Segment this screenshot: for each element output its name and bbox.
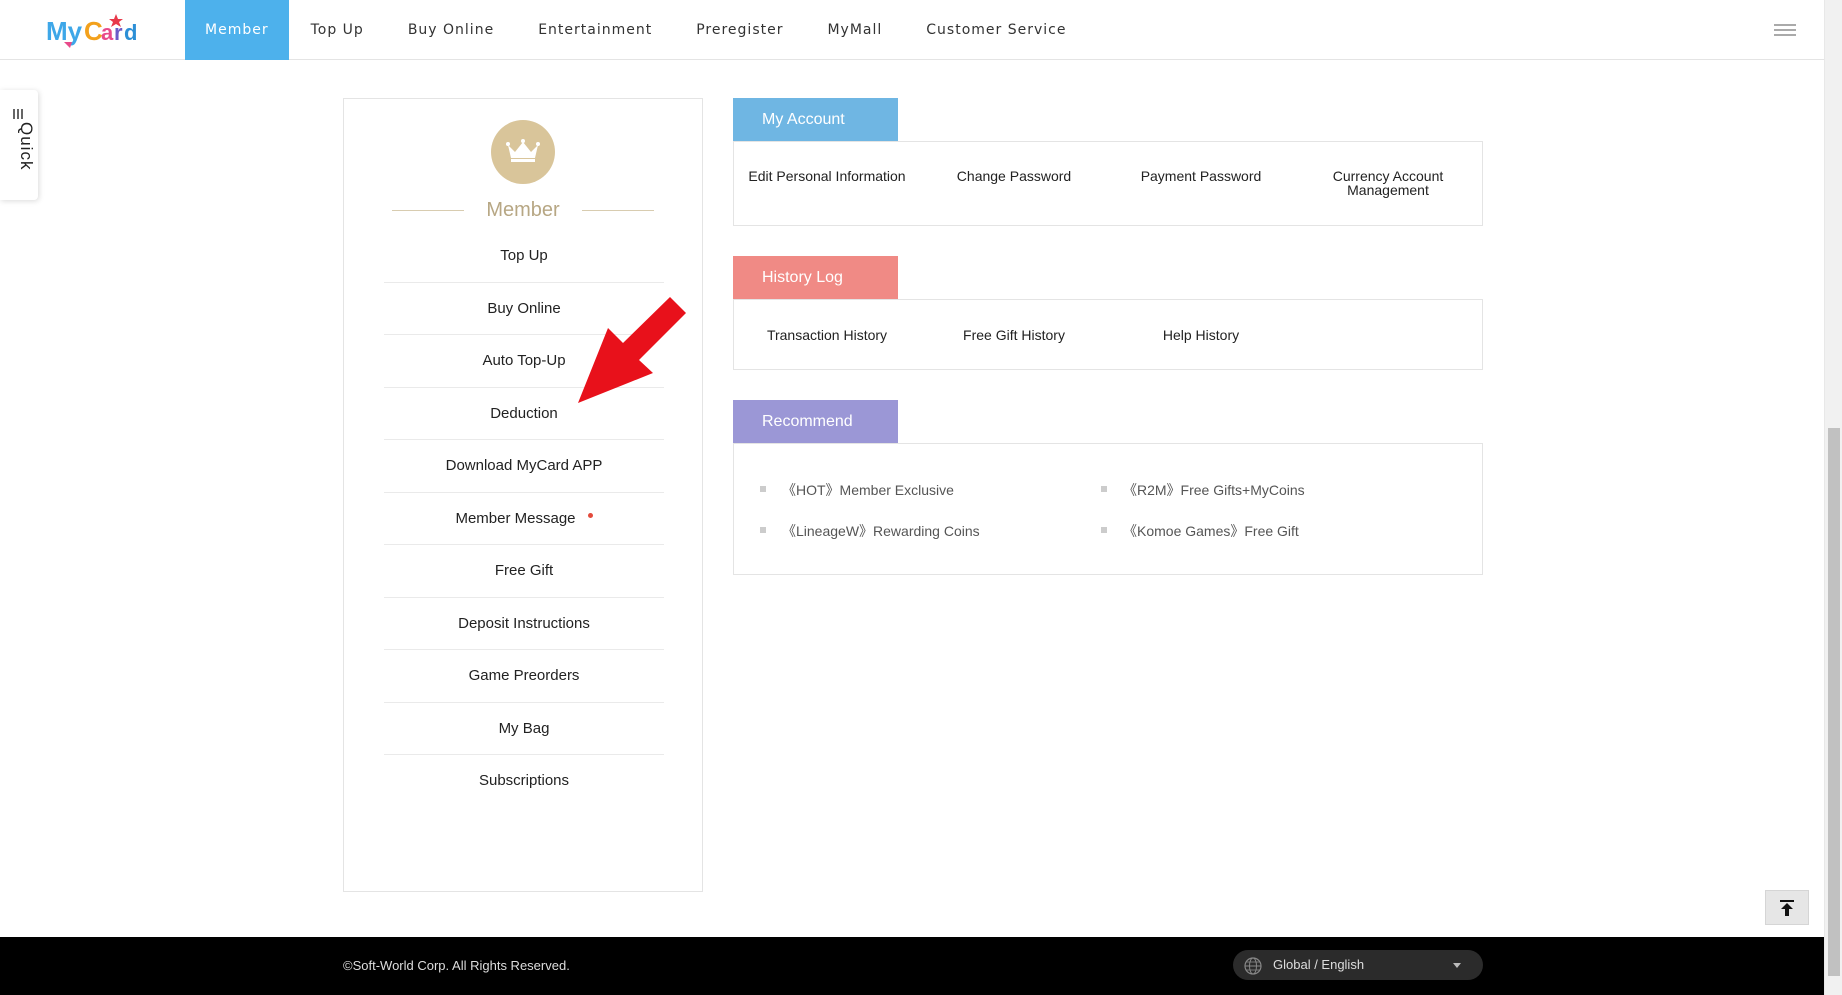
recommend-item[interactable]: 《LineageW》Rewarding Coins xyxy=(760,521,980,541)
sidebar-item-my-bag[interactable]: My Bag xyxy=(384,703,664,755)
help-history-link[interactable]: Help History xyxy=(1108,328,1294,342)
bullet-icon xyxy=(760,486,766,493)
sidebar-item-label: Free Gift xyxy=(494,562,554,579)
nav-customer-service[interactable]: Customer Service xyxy=(904,0,1088,60)
recommend-item-label: 《LineageW》Rewarding Coins xyxy=(782,523,980,539)
page-scrollbar[interactable] xyxy=(1824,0,1842,995)
nav-member[interactable]: Member xyxy=(185,0,289,60)
bullet-icon xyxy=(1101,527,1107,534)
sidebar-item-label: Buy Online xyxy=(487,299,561,317)
sidebar-item-label: Download MyCard APP xyxy=(445,457,603,474)
recommend-panel: 《HOT》Member Exclusive 《R2M》Free Gifts+My… xyxy=(733,443,1483,575)
recommend-item-label: 《Komoe Games》Free Gift xyxy=(1123,523,1299,539)
recommend-item[interactable]: 《R2M》Free Gifts+MyCoins xyxy=(1101,480,1305,500)
recommend-item-label: 《R2M》Free Gifts+MyCoins xyxy=(1123,482,1305,498)
sidebar-item-label: Deduction xyxy=(490,404,558,422)
nav-entertainment[interactable]: Entertainment xyxy=(516,0,674,60)
sidebar-item-download-app[interactable]: Download MyCard APP xyxy=(384,440,664,493)
payment-password-link[interactable]: Payment Password xyxy=(1108,169,1294,183)
chevron-down-icon xyxy=(1453,963,1461,968)
nav-buy-online[interactable]: Buy Online xyxy=(386,0,516,60)
nav-preregister[interactable]: Preregister xyxy=(674,0,805,60)
member-sidebar: Member Top Up Buy Online Auto Top-Up Ded… xyxy=(343,98,703,892)
svg-text:d: d xyxy=(124,20,137,45)
quick-tab-label: Quick xyxy=(17,122,36,171)
sidebar-item-deposit-instructions[interactable]: Deposit Instructions xyxy=(384,598,664,650)
bullet-icon xyxy=(1101,486,1107,493)
top-header: My C a r d Member Top Up Buy Online Ente… xyxy=(0,0,1824,60)
currency-account-management-link[interactable]: Currency Account Management xyxy=(1295,169,1481,197)
my-account-tab[interactable]: My Account xyxy=(733,98,898,141)
sidebar-item-top-up[interactable]: Top Up xyxy=(384,230,664,283)
footer: ©Soft-World Corp. All Rights Reserved. G… xyxy=(0,937,1824,995)
history-log-tab[interactable]: History Log xyxy=(733,256,898,299)
sidebar-item-label: Deposit Instructions xyxy=(458,614,590,632)
change-password-link[interactable]: Change Password xyxy=(921,169,1107,183)
language-label: Global / English xyxy=(1273,957,1365,972)
recommend-item[interactable]: 《Komoe Games》Free Gift xyxy=(1101,521,1299,541)
edit-personal-information-link[interactable]: Edit Personal Information xyxy=(734,169,920,183)
scrollbar-thumb[interactable] xyxy=(1828,428,1840,976)
nav-mymall[interactable]: MyMall xyxy=(805,0,904,60)
copyright-text: ©Soft-World Corp. All Rights Reserved. xyxy=(343,958,570,973)
crown-icon xyxy=(506,139,540,162)
sidebar-item-game-preorders[interactable]: Game Preorders xyxy=(384,650,664,703)
arrow-up-icon xyxy=(1780,900,1794,916)
main-nav: Member Top Up Buy Online Entertainment P… xyxy=(185,0,1088,60)
my-account-panel: Edit Personal Information Change Passwor… xyxy=(733,141,1483,226)
recommend-item-label: 《HOT》Member Exclusive xyxy=(782,482,954,498)
member-avatar xyxy=(491,120,555,184)
title-divider-right xyxy=(582,210,654,211)
mycard-logo[interactable]: My C a r d xyxy=(44,10,144,50)
recommend-item[interactable]: 《HOT》Member Exclusive xyxy=(760,480,954,500)
quick-tab[interactable]: Quick xyxy=(0,90,38,200)
recommend-tab[interactable]: Recommend xyxy=(733,400,898,443)
sidebar-item-member-message[interactable]: Member Message xyxy=(384,493,664,545)
sidebar-item-label: Game Preorders xyxy=(468,667,580,684)
red-arrow-icon xyxy=(578,297,686,403)
free-gift-history-link[interactable]: Free Gift History xyxy=(921,328,1107,342)
bullet-icon xyxy=(760,527,766,534)
hamburger-menu-icon[interactable] xyxy=(1774,24,1796,36)
nav-top-up[interactable]: Top Up xyxy=(289,0,386,60)
globe-icon xyxy=(1244,957,1262,975)
sidebar-item-subscriptions[interactable]: Subscriptions xyxy=(384,755,664,808)
back-to-top-button[interactable] xyxy=(1765,890,1809,925)
sidebar-item-label: Subscriptions xyxy=(478,772,570,789)
svg-text:My: My xyxy=(46,16,83,46)
language-selector[interactable]: Global / English xyxy=(1233,950,1483,980)
quick-menu-icon xyxy=(13,106,25,119)
sidebar-item-label: Top Up xyxy=(500,247,548,264)
svg-text:a: a xyxy=(101,20,114,45)
sidebar-item-label: Member Message xyxy=(455,509,576,527)
transaction-history-link[interactable]: Transaction History xyxy=(734,328,920,342)
notification-dot xyxy=(587,513,593,519)
sidebar-item-label: Auto Top-Up xyxy=(482,352,566,369)
sidebar-item-free-gift[interactable]: Free Gift xyxy=(384,545,664,598)
sidebar-item-label: My Bag xyxy=(498,719,550,737)
history-log-panel: Transaction History Free Gift History He… xyxy=(733,299,1483,370)
